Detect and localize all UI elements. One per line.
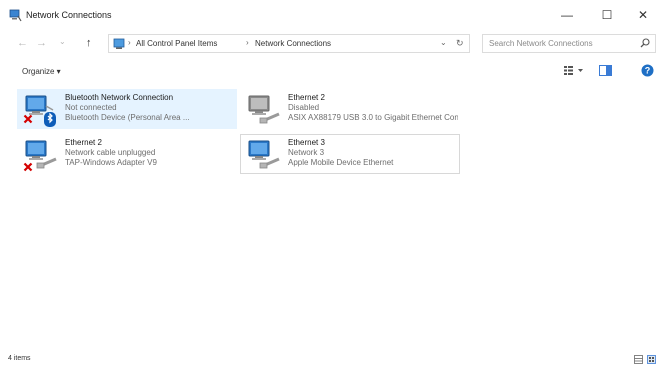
control-panel-icon (113, 38, 125, 52)
connections-list: Bluetooth Network Connection Not connect… (0, 86, 663, 348)
connection-item-ethernet-2-unplugged[interactable]: Ethernet 2 Network cable unplugged TAP-W… (17, 134, 237, 174)
address-row: ← → ⌄ ↑ › All Control Panel Items › Netw… (0, 32, 663, 56)
organize-menu-button[interactable]: Organize ▾ (22, 67, 61, 76)
search-icon[interactable] (640, 38, 650, 50)
up-button[interactable]: ↑ (86, 37, 92, 49)
search-input[interactable] (489, 37, 629, 50)
command-bar: Organize ▾ ? (0, 58, 663, 84)
close-button[interactable]: ✕ (623, 0, 663, 30)
disconnected-x-icon (23, 162, 33, 174)
address-dropdown-chevron-icon[interactable]: ⌄ (440, 38, 447, 47)
window-title: Network Connections (26, 10, 112, 20)
connection-status: Network 3 (288, 148, 325, 157)
status-bar: 4 items (0, 352, 663, 369)
ethernet-disabled-icon (243, 92, 283, 128)
ethernet-connected-icon (243, 137, 283, 173)
maximize-button[interactable]: ☐ (587, 0, 627, 30)
connection-item-bluetooth[interactable]: Bluetooth Network Connection Not connect… (17, 89, 237, 129)
breadcrumb-network-connections[interactable]: Network Connections (255, 39, 331, 48)
connection-device: Bluetooth Device (Personal Area ... (65, 113, 190, 122)
connection-name: Ethernet 2 (65, 138, 102, 147)
disconnected-x-icon (23, 114, 33, 126)
forward-button[interactable]: → (36, 37, 47, 49)
connection-status: Network cable unplugged (65, 148, 156, 157)
connection-status: Not connected (65, 103, 117, 112)
preview-pane-icon[interactable] (599, 65, 612, 78)
connection-item-ethernet-2-disabled[interactable]: Ethernet 2 Disabled ASIX AX88179 USB 3.0… (240, 89, 460, 129)
connection-name: Ethernet 2 (288, 93, 325, 102)
connection-name: Bluetooth Network Connection (65, 93, 174, 102)
connection-name: Ethernet 3 (288, 138, 325, 147)
search-box[interactable] (482, 34, 656, 53)
connection-device: ASIX AX88179 USB 3.0 to Gigabit Ethernet… (288, 113, 458, 122)
address-bar[interactable]: › All Control Panel Items › Network Conn… (108, 34, 470, 53)
connection-status: Disabled (288, 103, 320, 112)
connection-device: Apple Mobile Device Ethernet (288, 158, 394, 167)
minimize-button[interactable]: — (547, 0, 587, 30)
recent-locations-chevron-icon[interactable]: ⌄ (59, 37, 66, 46)
svg-text:?: ? (645, 66, 651, 76)
refresh-icon[interactable]: ↻ (456, 38, 464, 49)
details-view-icon[interactable] (634, 355, 643, 366)
item-count: 4 items (8, 355, 31, 362)
connection-device: TAP-Windows Adapter V9 (65, 158, 157, 167)
network-connections-app-icon (9, 9, 22, 24)
large-icons-view-icon[interactable] (647, 355, 656, 366)
breadcrumb-separator: › (128, 38, 131, 47)
back-button[interactable]: ← (17, 37, 28, 49)
title-bar: Network Connections — ☐ ✕ (0, 0, 663, 30)
change-view-icon[interactable] (563, 65, 585, 78)
breadcrumb-separator: › (246, 38, 249, 47)
breadcrumb-all-control-panel-items[interactable]: All Control Panel Items (136, 39, 217, 48)
help-icon[interactable]: ? (641, 64, 654, 79)
connection-item-ethernet-3[interactable]: Ethernet 3 Network 3 Apple Mobile Device… (240, 134, 460, 174)
